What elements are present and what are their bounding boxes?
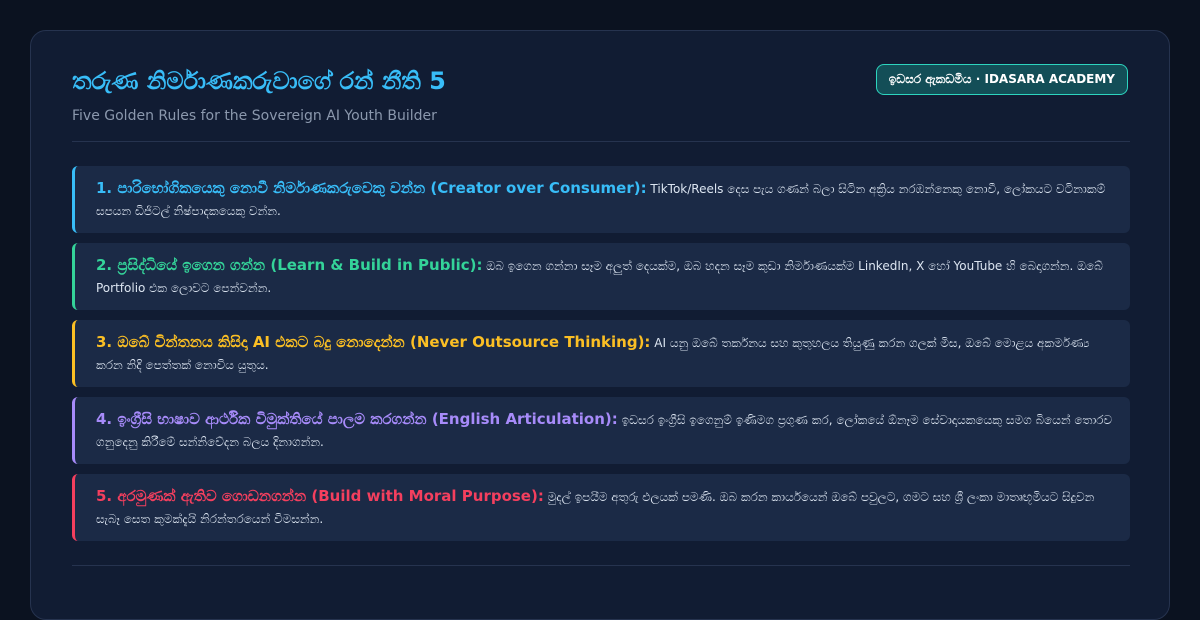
academy-badge: ඉඩසර ඇකඩමිය · IDASARA ACADEMY — [875, 64, 1128, 95]
rule-text: 3. ඔබේ චින්තනය කිසිදා AI එකට බදු නොදෙන්න… — [96, 331, 1114, 376]
rule-item-3: 3. ඔබේ චින්තනය කිසිදා AI එකට බදු නොදෙන්න… — [72, 320, 1130, 387]
header-divider — [72, 141, 1130, 142]
rule-heading: 4. ඉංග්‍රීසි භාෂාව ආර්ථික විමුක්තියේ පාල… — [96, 410, 618, 428]
page-subtitle: Five Golden Rules for the Sovereign AI Y… — [72, 108, 437, 124]
rule-heading: 5. අරමුණක් ඇතිව ගොඩනගන්න (Build with Mor… — [96, 487, 544, 505]
page-title: තරුණ නිර්මාණකරුවාගේ රන් නීති 5 — [72, 67, 446, 95]
rule-heading: 2. ප්‍රසිද්ධියේ ඉගෙන ගන්න (Learn & Build… — [96, 256, 483, 274]
rule-text: 2. ප්‍රසිද්ධියේ ඉගෙන ගන්න (Learn & Build… — [96, 254, 1114, 299]
rules-list: 1. පාරිභෝගිකයෙකු නොවී නිර්මාණකරුවෙකු වන්… — [72, 166, 1130, 551]
rule-heading: 1. පාරිභෝගිකයෙකු නොවී නිර්මාණකරුවෙකු වන්… — [96, 179, 647, 197]
rule-item-1: 1. පාරිභෝගිකයෙකු නොවී නිර්මාණකරුවෙකු වන්… — [72, 166, 1130, 233]
golden-rules-card: තරුණ නිර්මාණකරුවාගේ රන් නීති 5 Five Gold… — [30, 30, 1170, 620]
rule-item-5: 5. අරමුණක් ඇතිව ගොඩනගන්න (Build with Mor… — [72, 474, 1130, 541]
rule-text: 1. පාරිභෝගිකයෙකු නොවී නිර්මාණකරුවෙකු වන්… — [96, 177, 1114, 222]
rule-text: 4. ඉංග්‍රීසි භාෂාව ආර්ථික විමුක්තියේ පාල… — [96, 408, 1114, 453]
rule-item-2: 2. ප්‍රසිද්ධියේ ඉගෙන ගන්න (Learn & Build… — [72, 243, 1130, 310]
rule-heading: 3. ඔබේ චින්තනය කිසිදා AI එකට බදු නොදෙන්න… — [96, 333, 651, 351]
footer-divider — [72, 565, 1130, 566]
rule-text: 5. අරමුණක් ඇතිව ගොඩනගන්න (Build with Mor… — [96, 485, 1114, 530]
rule-item-4: 4. ඉංග්‍රීසි භාෂාව ආර්ථික විමුක්තියේ පාල… — [72, 397, 1130, 464]
